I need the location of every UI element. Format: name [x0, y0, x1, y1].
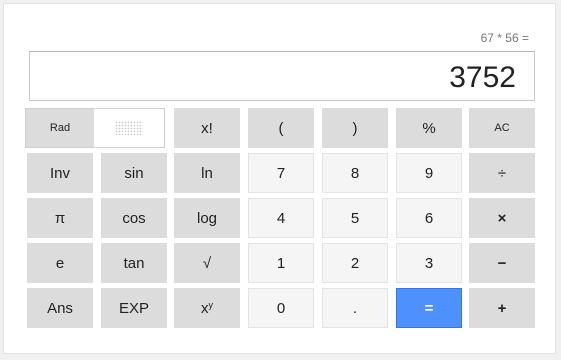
digit-1-button[interactable]: 1 [248, 243, 314, 283]
digit-9-button[interactable]: 9 [396, 153, 462, 193]
inv-button[interactable]: Inv [27, 153, 93, 193]
sin-button[interactable]: sin [101, 153, 167, 193]
minus-button[interactable]: − [469, 243, 535, 283]
digit-5-button[interactable]: 5 [322, 198, 388, 238]
equals-button[interactable]: = [396, 288, 462, 328]
power-button[interactable]: xy [174, 288, 240, 328]
digit-2-button[interactable]: 2 [322, 243, 388, 283]
factorial-button[interactable]: x! [174, 108, 240, 148]
open-paren-button[interactable]: ( [248, 108, 314, 148]
log-button[interactable]: log [174, 198, 240, 238]
cos-button[interactable]: cos [101, 198, 167, 238]
ln-button[interactable]: ln [174, 153, 240, 193]
sqrt-button[interactable]: √ [174, 243, 240, 283]
digit-4-button[interactable]: 4 [248, 198, 314, 238]
tan-button[interactable]: tan [101, 243, 167, 283]
ans-button[interactable]: Ans [27, 288, 93, 328]
digit-0-button[interactable]: 0 [248, 288, 314, 328]
pi-button[interactable]: π [27, 198, 93, 238]
multiply-button[interactable]: × [469, 198, 535, 238]
rad-button[interactable]: Rad [26, 109, 94, 147]
all-clear-button[interactable]: AC [469, 108, 535, 148]
divide-button[interactable]: ÷ [469, 153, 535, 193]
exp-button[interactable]: EXP [101, 288, 167, 328]
close-paren-button[interactable]: ) [322, 108, 388, 148]
deg-placeholder-icon [115, 121, 143, 135]
power-base-label: x [201, 299, 209, 317]
angle-mode-toggle[interactable]: Rad [25, 108, 165, 148]
result-display: 3752 [29, 51, 535, 101]
plus-button[interactable]: + [469, 288, 535, 328]
power-exponent-label: y [208, 300, 214, 310]
deg-button[interactable] [94, 109, 164, 147]
percent-button[interactable]: % [396, 108, 462, 148]
digit-6-button[interactable]: 6 [396, 198, 462, 238]
expression-text: 67 * 56 = [480, 31, 529, 45]
digit-7-button[interactable]: 7 [248, 153, 314, 193]
digit-8-button[interactable]: 8 [322, 153, 388, 193]
result-value: 3752 [449, 61, 516, 94]
digit-3-button[interactable]: 3 [396, 243, 462, 283]
e-button[interactable]: e [27, 243, 93, 283]
decimal-point-button[interactable]: . [322, 288, 388, 328]
